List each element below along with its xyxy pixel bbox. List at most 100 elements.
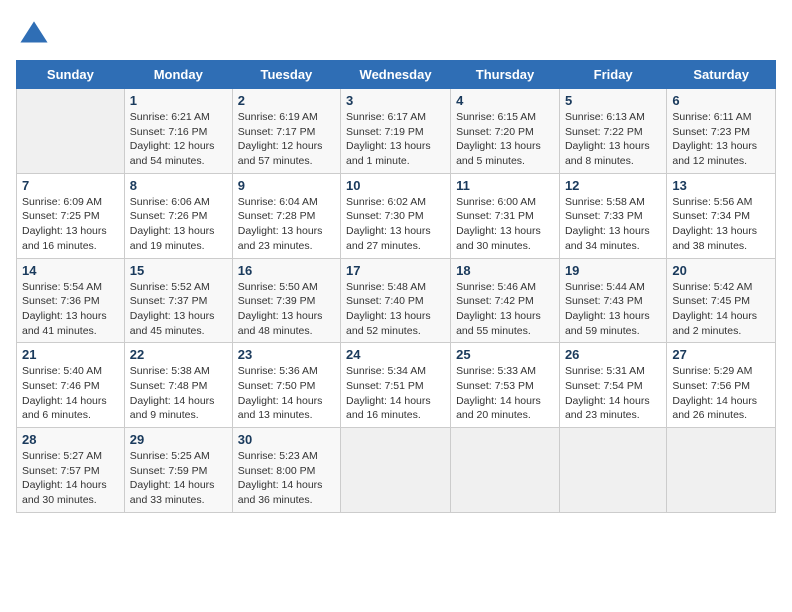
day-info: Sunrise: 6:04 AM Sunset: 7:28 PM Dayligh… bbox=[238, 195, 335, 254]
sunrise-text: Sunrise: 6:04 AM bbox=[238, 195, 335, 210]
sunrise-text: Sunrise: 5:29 AM bbox=[672, 364, 770, 379]
daylight-text: Daylight: 13 hours and 8 minutes. bbox=[565, 139, 661, 168]
daylight-text: Daylight: 14 hours and 26 minutes. bbox=[672, 394, 770, 423]
day-info: Sunrise: 5:38 AM Sunset: 7:48 PM Dayligh… bbox=[130, 364, 227, 423]
calendar-cell: 10 Sunrise: 6:02 AM Sunset: 7:30 PM Dayl… bbox=[341, 173, 451, 258]
sunrise-text: Sunrise: 6:19 AM bbox=[238, 110, 335, 125]
day-info: Sunrise: 6:06 AM Sunset: 7:26 PM Dayligh… bbox=[130, 195, 227, 254]
calendar-cell: 5 Sunrise: 6:13 AM Sunset: 7:22 PM Dayli… bbox=[559, 89, 666, 174]
sunset-text: Sunset: 7:34 PM bbox=[672, 209, 770, 224]
daylight-text: Daylight: 14 hours and 6 minutes. bbox=[22, 394, 119, 423]
calendar-week-row: 14 Sunrise: 5:54 AM Sunset: 7:36 PM Dayl… bbox=[17, 258, 776, 343]
day-number: 16 bbox=[238, 263, 335, 278]
calendar-cell: 16 Sunrise: 5:50 AM Sunset: 7:39 PM Dayl… bbox=[232, 258, 340, 343]
daylight-text: Daylight: 13 hours and 55 minutes. bbox=[456, 309, 554, 338]
sunset-text: Sunset: 7:51 PM bbox=[346, 379, 445, 394]
day-number: 8 bbox=[130, 178, 227, 193]
daylight-text: Daylight: 14 hours and 16 minutes. bbox=[346, 394, 445, 423]
header-day: Monday bbox=[124, 61, 232, 89]
calendar-week-row: 7 Sunrise: 6:09 AM Sunset: 7:25 PM Dayli… bbox=[17, 173, 776, 258]
sunset-text: Sunset: 7:19 PM bbox=[346, 125, 445, 140]
sunset-text: Sunset: 7:50 PM bbox=[238, 379, 335, 394]
sunset-text: Sunset: 7:20 PM bbox=[456, 125, 554, 140]
sunrise-text: Sunrise: 6:02 AM bbox=[346, 195, 445, 210]
daylight-text: Daylight: 14 hours and 13 minutes. bbox=[238, 394, 335, 423]
daylight-text: Daylight: 13 hours and 12 minutes. bbox=[672, 139, 770, 168]
sunrise-text: Sunrise: 6:00 AM bbox=[456, 195, 554, 210]
calendar-cell: 9 Sunrise: 6:04 AM Sunset: 7:28 PM Dayli… bbox=[232, 173, 340, 258]
calendar-cell: 26 Sunrise: 5:31 AM Sunset: 7:54 PM Dayl… bbox=[559, 343, 666, 428]
daylight-text: Daylight: 13 hours and 52 minutes. bbox=[346, 309, 445, 338]
day-info: Sunrise: 5:27 AM Sunset: 7:57 PM Dayligh… bbox=[22, 449, 119, 508]
calendar-cell: 15 Sunrise: 5:52 AM Sunset: 7:37 PM Dayl… bbox=[124, 258, 232, 343]
sunset-text: Sunset: 7:40 PM bbox=[346, 294, 445, 309]
sunrise-text: Sunrise: 6:17 AM bbox=[346, 110, 445, 125]
sunset-text: Sunset: 7:36 PM bbox=[22, 294, 119, 309]
daylight-text: Daylight: 13 hours and 30 minutes. bbox=[456, 224, 554, 253]
day-number: 22 bbox=[130, 347, 227, 362]
sunrise-text: Sunrise: 5:40 AM bbox=[22, 364, 119, 379]
day-number: 20 bbox=[672, 263, 770, 278]
sunrise-text: Sunrise: 5:46 AM bbox=[456, 280, 554, 295]
day-info: Sunrise: 5:40 AM Sunset: 7:46 PM Dayligh… bbox=[22, 364, 119, 423]
day-info: Sunrise: 5:52 AM Sunset: 7:37 PM Dayligh… bbox=[130, 280, 227, 339]
sunrise-text: Sunrise: 5:36 AM bbox=[238, 364, 335, 379]
calendar-week-row: 21 Sunrise: 5:40 AM Sunset: 7:46 PM Dayl… bbox=[17, 343, 776, 428]
sunset-text: Sunset: 7:57 PM bbox=[22, 464, 119, 479]
sunrise-text: Sunrise: 5:56 AM bbox=[672, 195, 770, 210]
sunset-text: Sunset: 7:28 PM bbox=[238, 209, 335, 224]
calendar-cell: 2 Sunrise: 6:19 AM Sunset: 7:17 PM Dayli… bbox=[232, 89, 340, 174]
daylight-text: Daylight: 13 hours and 41 minutes. bbox=[22, 309, 119, 338]
calendar-cell: 7 Sunrise: 6:09 AM Sunset: 7:25 PM Dayli… bbox=[17, 173, 125, 258]
daylight-text: Daylight: 14 hours and 23 minutes. bbox=[565, 394, 661, 423]
sunset-text: Sunset: 7:46 PM bbox=[22, 379, 119, 394]
sunset-text: Sunset: 7:54 PM bbox=[565, 379, 661, 394]
day-info: Sunrise: 5:25 AM Sunset: 7:59 PM Dayligh… bbox=[130, 449, 227, 508]
calendar-cell: 30 Sunrise: 5:23 AM Sunset: 8:00 PM Dayl… bbox=[232, 428, 340, 513]
daylight-text: Daylight: 13 hours and 23 minutes. bbox=[238, 224, 335, 253]
calendar-cell bbox=[17, 89, 125, 174]
sunset-text: Sunset: 7:33 PM bbox=[565, 209, 661, 224]
day-info: Sunrise: 6:13 AM Sunset: 7:22 PM Dayligh… bbox=[565, 110, 661, 169]
day-info: Sunrise: 5:48 AM Sunset: 7:40 PM Dayligh… bbox=[346, 280, 445, 339]
sunset-text: Sunset: 7:23 PM bbox=[672, 125, 770, 140]
sunrise-text: Sunrise: 5:42 AM bbox=[672, 280, 770, 295]
sunset-text: Sunset: 7:31 PM bbox=[456, 209, 554, 224]
day-number: 9 bbox=[238, 178, 335, 193]
header-day: Saturday bbox=[667, 61, 776, 89]
sunrise-text: Sunrise: 6:11 AM bbox=[672, 110, 770, 125]
header-day: Wednesday bbox=[341, 61, 451, 89]
calendar-cell: 14 Sunrise: 5:54 AM Sunset: 7:36 PM Dayl… bbox=[17, 258, 125, 343]
day-number: 29 bbox=[130, 432, 227, 447]
calendar-cell bbox=[667, 428, 776, 513]
day-info: Sunrise: 5:46 AM Sunset: 7:42 PM Dayligh… bbox=[456, 280, 554, 339]
calendar-cell: 28 Sunrise: 5:27 AM Sunset: 7:57 PM Dayl… bbox=[17, 428, 125, 513]
calendar-cell: 21 Sunrise: 5:40 AM Sunset: 7:46 PM Dayl… bbox=[17, 343, 125, 428]
day-number: 15 bbox=[130, 263, 227, 278]
calendar-cell: 18 Sunrise: 5:46 AM Sunset: 7:42 PM Dayl… bbox=[451, 258, 560, 343]
day-number: 24 bbox=[346, 347, 445, 362]
sunrise-text: Sunrise: 5:34 AM bbox=[346, 364, 445, 379]
daylight-text: Daylight: 13 hours and 16 minutes. bbox=[22, 224, 119, 253]
daylight-text: Daylight: 13 hours and 19 minutes. bbox=[130, 224, 227, 253]
day-info: Sunrise: 5:42 AM Sunset: 7:45 PM Dayligh… bbox=[672, 280, 770, 339]
sunrise-text: Sunrise: 5:58 AM bbox=[565, 195, 661, 210]
day-info: Sunrise: 5:31 AM Sunset: 7:54 PM Dayligh… bbox=[565, 364, 661, 423]
sunset-text: Sunset: 7:39 PM bbox=[238, 294, 335, 309]
day-number: 11 bbox=[456, 178, 554, 193]
day-info: Sunrise: 6:21 AM Sunset: 7:16 PM Dayligh… bbox=[130, 110, 227, 169]
day-info: Sunrise: 6:17 AM Sunset: 7:19 PM Dayligh… bbox=[346, 110, 445, 169]
calendar-cell: 3 Sunrise: 6:17 AM Sunset: 7:19 PM Dayli… bbox=[341, 89, 451, 174]
sunset-text: Sunset: 7:48 PM bbox=[130, 379, 227, 394]
day-info: Sunrise: 6:00 AM Sunset: 7:31 PM Dayligh… bbox=[456, 195, 554, 254]
daylight-text: Daylight: 13 hours and 48 minutes. bbox=[238, 309, 335, 338]
calendar-cell: 25 Sunrise: 5:33 AM Sunset: 7:53 PM Dayl… bbox=[451, 343, 560, 428]
daylight-text: Daylight: 12 hours and 57 minutes. bbox=[238, 139, 335, 168]
day-number: 25 bbox=[456, 347, 554, 362]
day-number: 10 bbox=[346, 178, 445, 193]
sunrise-text: Sunrise: 5:31 AM bbox=[565, 364, 661, 379]
day-info: Sunrise: 5:44 AM Sunset: 7:43 PM Dayligh… bbox=[565, 280, 661, 339]
calendar-cell: 23 Sunrise: 5:36 AM Sunset: 7:50 PM Dayl… bbox=[232, 343, 340, 428]
day-info: Sunrise: 5:33 AM Sunset: 7:53 PM Dayligh… bbox=[456, 364, 554, 423]
day-number: 2 bbox=[238, 93, 335, 108]
